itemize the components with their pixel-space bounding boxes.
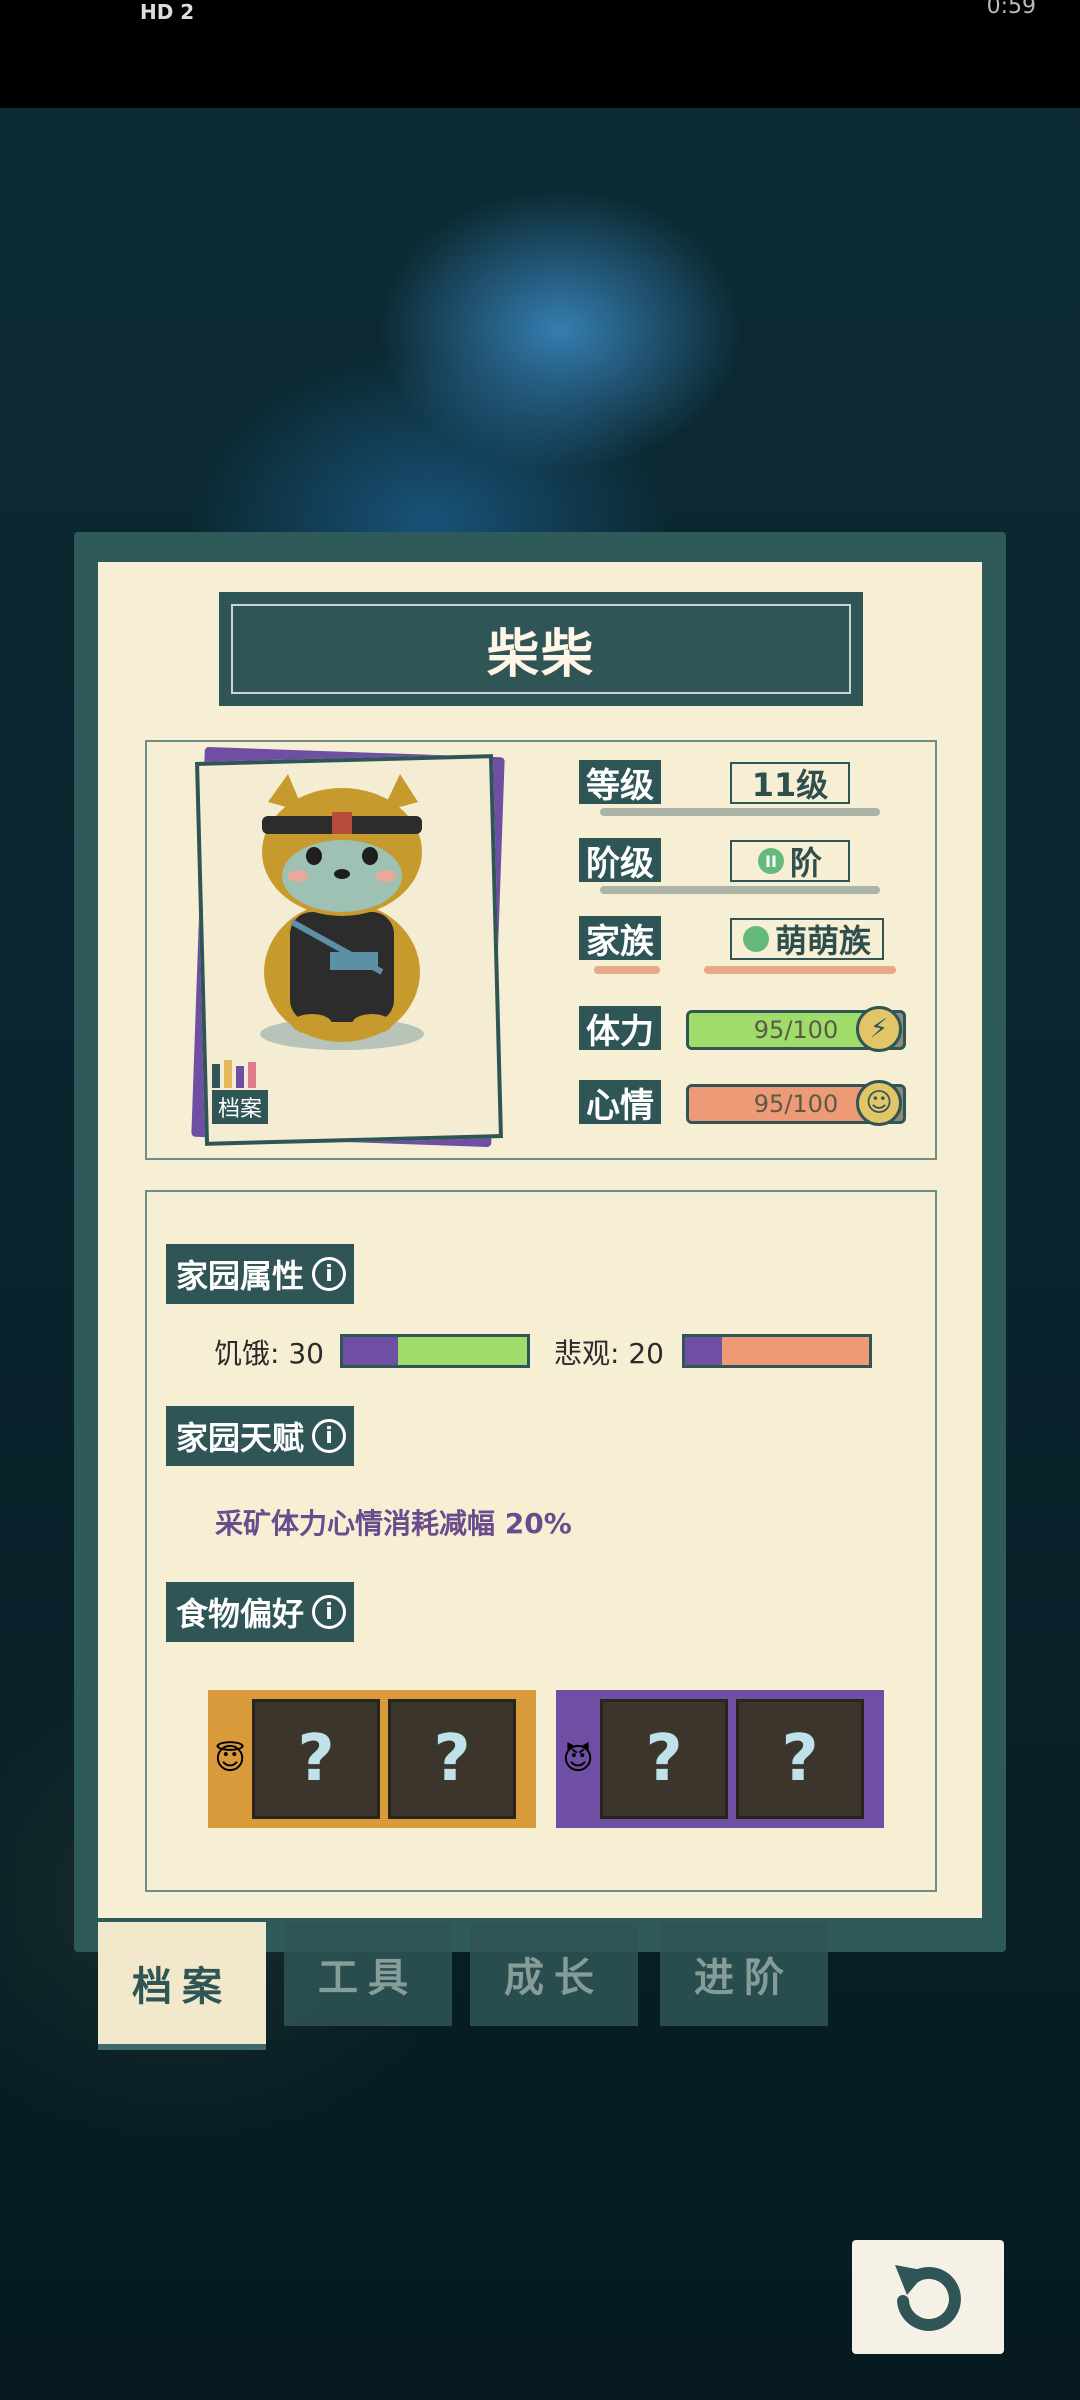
undo-arrow-icon xyxy=(895,2265,961,2331)
hunger-bar-green xyxy=(398,1337,527,1365)
info-icon[interactable]: i xyxy=(312,1419,347,1453)
archive-tag-label: 档案 xyxy=(212,1090,269,1124)
rank-label: 阶级 xyxy=(579,838,661,884)
hunger-bar xyxy=(340,1334,530,1368)
lightning-icon: ⚡ xyxy=(856,1006,902,1052)
character-name-plate: 柴柴 xyxy=(219,592,863,706)
status-left: HD 2 xyxy=(140,0,195,24)
disliked-food-slot[interactable]: ? xyxy=(600,1699,728,1819)
back-button[interactable] xyxy=(852,2240,1004,2354)
rank-value: 阶 xyxy=(789,844,822,882)
tab-tools[interactable]: 工具 xyxy=(284,1922,452,2026)
level-value: 11级 xyxy=(730,762,850,804)
disliked-food-slot[interactable]: ? xyxy=(736,1699,864,1819)
home-attributes-title: 家园属性 i xyxy=(166,1244,355,1304)
home-talent-label: 家园天赋 xyxy=(176,1419,305,1457)
clan-emblem-icon xyxy=(742,926,769,952)
rank-underline xyxy=(600,886,880,894)
liked-food-slot[interactable]: ? xyxy=(252,1699,380,1819)
clan-value-box[interactable]: 萌萌族 xyxy=(730,918,884,960)
character-name: 柴柴 xyxy=(231,604,851,694)
clan-underline-left xyxy=(594,966,660,974)
home-talent-title: 家园天赋 i xyxy=(166,1406,355,1466)
tab-growth[interactable]: 成长 xyxy=(470,1922,638,2026)
status-bar: HD 2 0:59 xyxy=(0,0,1080,108)
hunger-bar-purple xyxy=(343,1337,399,1365)
pessimism-bar xyxy=(682,1334,872,1368)
level-label: 等级 xyxy=(579,760,661,806)
level-underline xyxy=(600,808,880,816)
tab-advance[interactable]: 进阶 xyxy=(660,1922,828,2026)
clan-underline-right xyxy=(704,966,896,974)
shiba-character-image xyxy=(260,774,424,1050)
angel-face-icon: 😇 xyxy=(214,1741,246,1777)
rank-value-box: II 阶 xyxy=(730,840,850,882)
liked-food-slot[interactable]: ? xyxy=(388,1699,516,1819)
info-icon[interactable]: i xyxy=(312,1595,347,1629)
clan-label: 家族 xyxy=(579,916,661,962)
liked-food-box: 😇 ? ? xyxy=(208,1690,536,1828)
mood-label: 心情 xyxy=(579,1080,661,1126)
home-talent-text: 采矿体力心情消耗减幅 20% xyxy=(215,1507,572,1540)
disliked-food-box: 😈 ? ? xyxy=(556,1690,884,1828)
hunger-label: 饥饿: 30 xyxy=(214,1337,324,1370)
smiley-icon: ☺ xyxy=(856,1080,902,1126)
tab-archive[interactable]: 档案 xyxy=(98,1922,266,2050)
status-time: 0:59 xyxy=(986,0,1036,19)
devil-face-icon: 😈 xyxy=(562,1741,594,1777)
archive-tag[interactable]: 档案 xyxy=(212,1060,269,1124)
food-preference-label: 食物偏好 xyxy=(176,1595,305,1633)
pessimism-label: 悲观: 20 xyxy=(554,1337,664,1370)
pessimism-bar-orange xyxy=(721,1337,869,1365)
home-attributes-label: 家园属性 xyxy=(176,1257,305,1295)
archive-books-icon xyxy=(212,1060,268,1088)
stamina-label: 体力 xyxy=(579,1006,661,1052)
clan-value: 萌萌族 xyxy=(774,922,871,960)
info-icon[interactable]: i xyxy=(312,1257,347,1291)
pessimism-bar-purple xyxy=(685,1337,722,1365)
food-preference-title: 食物偏好 i xyxy=(166,1582,355,1642)
rank-badge-icon: II xyxy=(757,848,784,874)
